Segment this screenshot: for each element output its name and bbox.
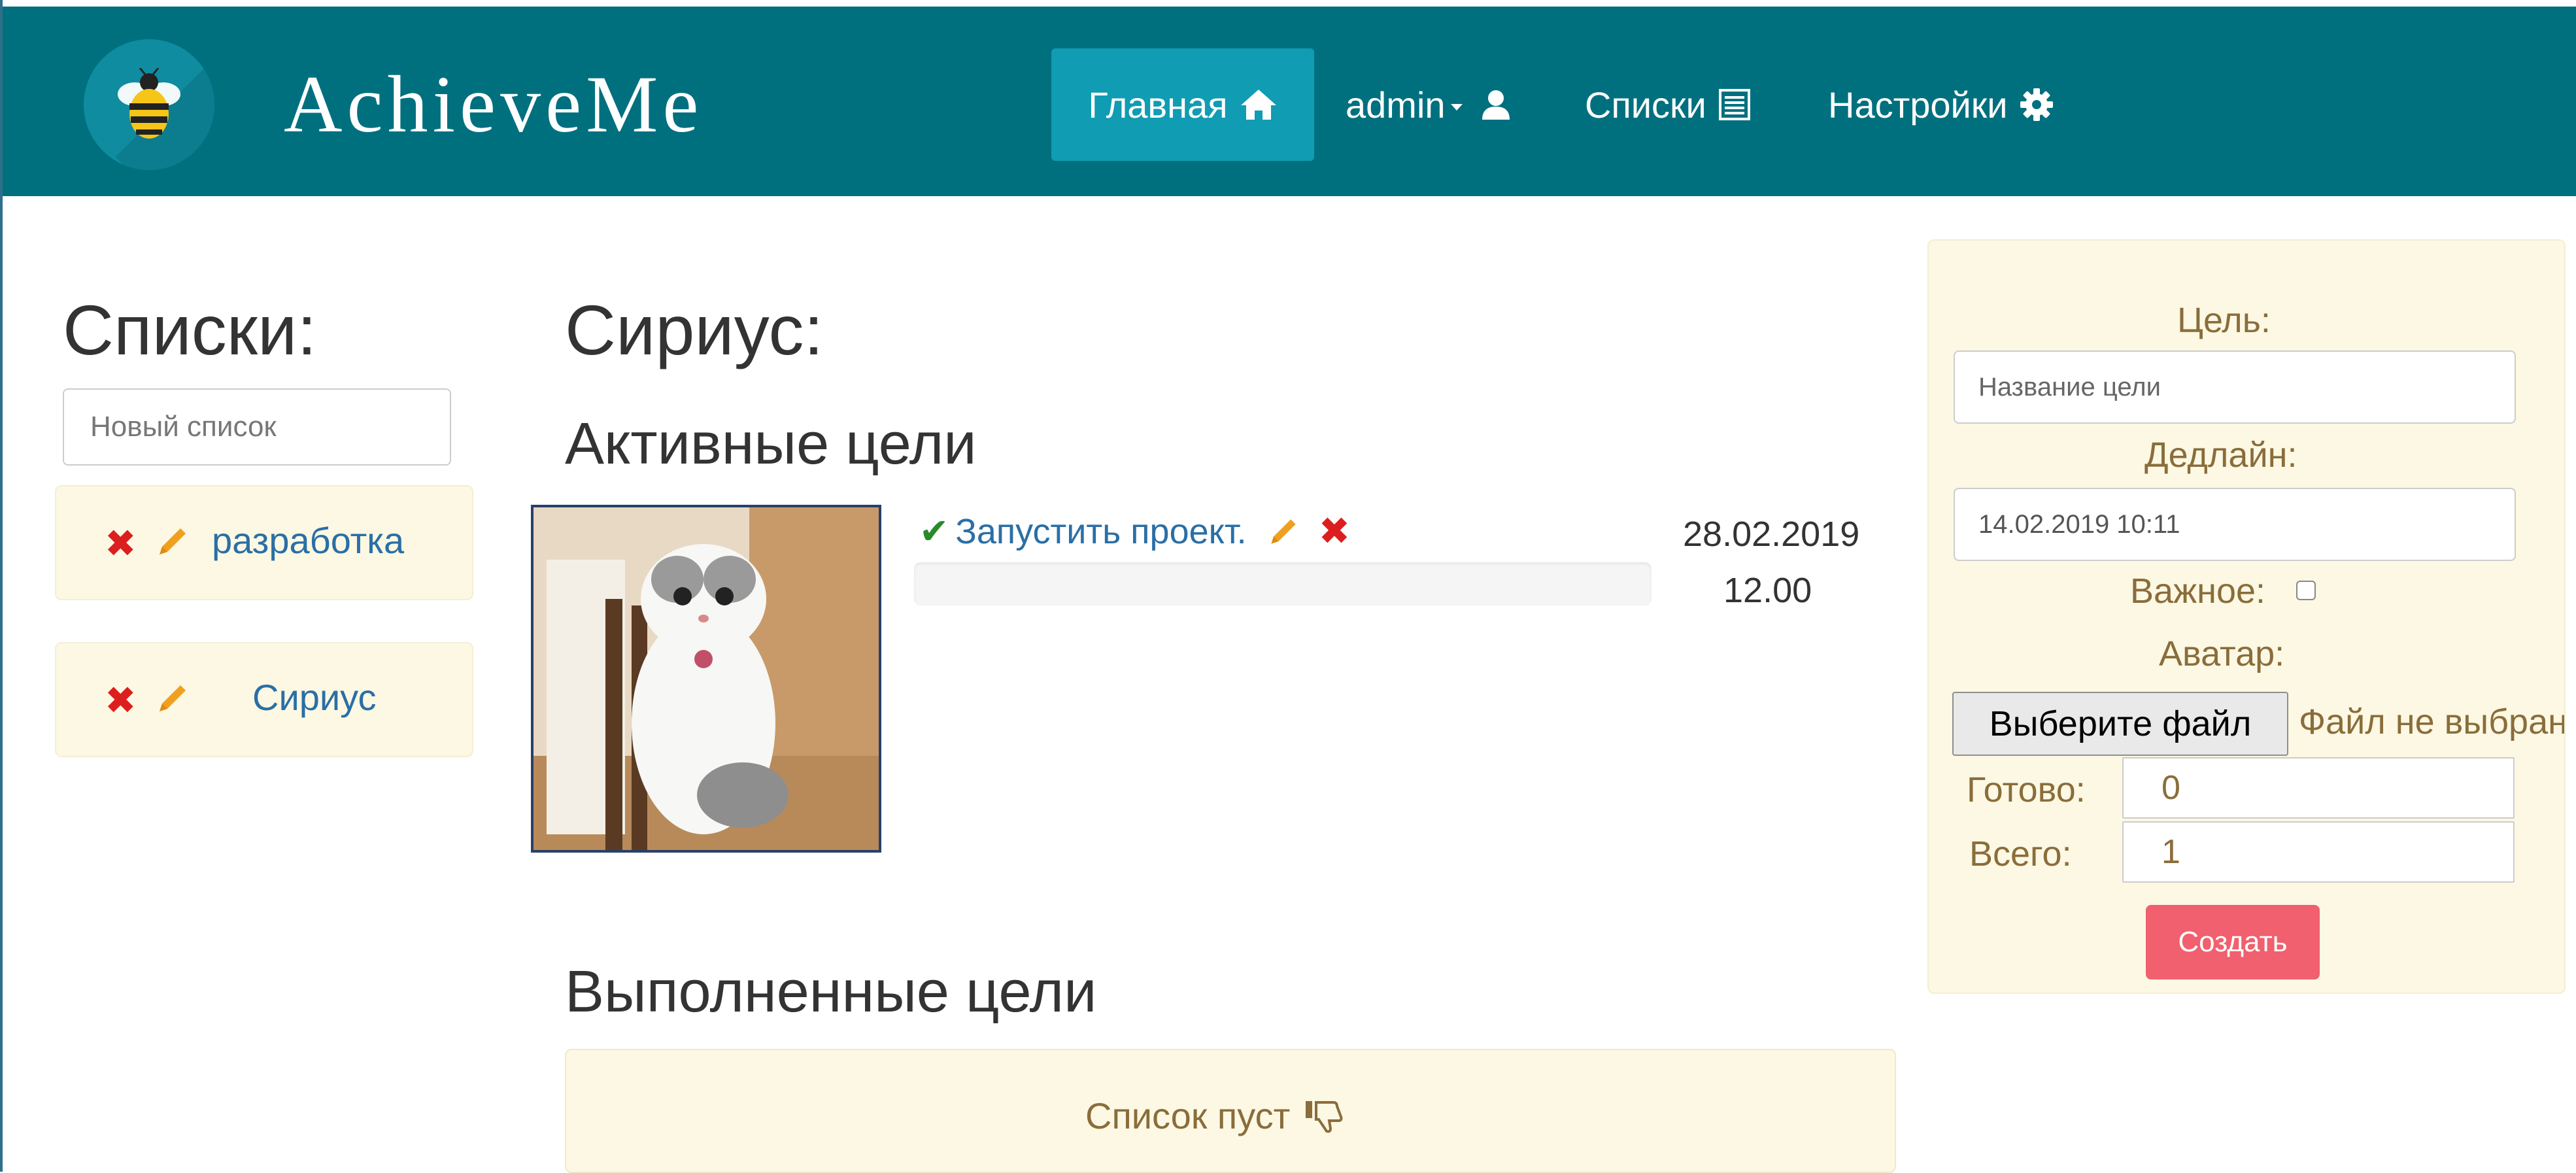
goal-row: ✔ Запустить проект. ✖ — [919, 510, 1350, 553]
pencil-icon[interactable] — [1265, 513, 1302, 550]
nav-lists[interactable]: Списки — [1585, 48, 1751, 161]
user-icon — [1482, 90, 1510, 120]
nav-home-label: Главная — [1088, 84, 1228, 126]
goal-avatar-image — [531, 505, 881, 853]
total-count-input[interactable] — [2122, 821, 2515, 883]
delete-icon[interactable]: ✖ — [105, 524, 137, 564]
list-link[interactable]: разработка — [212, 519, 404, 562]
nav-user-label: admin — [1346, 84, 1446, 126]
nav-home[interactable]: Главная — [1051, 48, 1314, 161]
checkmark-icon[interactable]: ✔ — [919, 510, 949, 553]
list-card: ✖ разработка — [55, 485, 473, 600]
list-link[interactable]: Сириус — [252, 676, 377, 719]
active-goals-heading: Активные цели — [565, 411, 977, 477]
list-icon — [1718, 89, 1750, 120]
new-goal-form: Цель: Дедлайн: Важное: Аватар: Выберите … — [1927, 239, 2566, 994]
navbar: AchieveMe Главная admin Списки Настройки — [3, 7, 2576, 196]
goal-progress-bar — [914, 562, 1652, 605]
done-count-input[interactable] — [2122, 757, 2515, 819]
nav-user-dropdown[interactable]: admin — [1346, 48, 1512, 161]
important-checkbox[interactable] — [2296, 581, 2316, 600]
bee-icon — [118, 68, 180, 139]
choose-file-button[interactable]: Выберите файл — [1952, 692, 2288, 756]
goal-label: Цель: — [2177, 301, 2271, 340]
chevron-down-icon — [1450, 104, 1463, 110]
goal-deadline-date: 28.02.2019 — [1683, 515, 1860, 554]
goal-deadline-time: 12.00 — [1723, 571, 1812, 610]
brand-title[interactable]: AchieveMe — [284, 59, 703, 150]
delete-icon[interactable]: ✖ — [105, 681, 137, 721]
create-button[interactable]: Создать — [2146, 905, 2320, 979]
list-title: Сириус: — [565, 290, 824, 369]
pencil-icon[interactable] — [153, 679, 192, 718]
home-icon — [1240, 90, 1276, 120]
deadline-label: Дедлайн: — [2144, 435, 2297, 475]
goal-name-input[interactable] — [1954, 350, 2516, 424]
pencil-icon[interactable] — [153, 522, 192, 561]
lists-heading: Списки: — [63, 290, 317, 369]
bee-logo[interactable] — [84, 39, 214, 170]
goal-title[interactable]: Запустить проект. — [955, 510, 1246, 553]
important-label: Важное: — [2130, 571, 2266, 611]
deadline-input[interactable] — [1954, 488, 2516, 561]
delete-icon[interactable]: ✖ — [1319, 510, 1351, 553]
nav-settings-label: Настройки — [1828, 84, 2008, 126]
done-count-label: Готово: — [1967, 770, 2086, 809]
thumbs-down-icon — [1306, 1101, 1343, 1133]
empty-list-box: Список пуст — [565, 1049, 1896, 1173]
empty-list-message: Список пуст — [1085, 1095, 1345, 1138]
done-goals-heading: Выполненные цели — [565, 959, 1097, 1025]
new-list-input[interactable] — [63, 388, 451, 466]
cat-photo — [534, 507, 879, 850]
nav-settings[interactable]: Настройки — [1828, 48, 2054, 161]
list-card: ✖ Сириус — [55, 642, 473, 757]
gear-icon — [2020, 88, 2053, 121]
total-count-label: Всего: — [1969, 834, 2072, 874]
empty-list-label: Список пуст — [1085, 1095, 1291, 1136]
nav-lists-label: Списки — [1585, 84, 1706, 126]
file-status-text: Файл не выбран — [2299, 702, 2566, 741]
avatar-label: Аватар: — [2159, 634, 2285, 673]
